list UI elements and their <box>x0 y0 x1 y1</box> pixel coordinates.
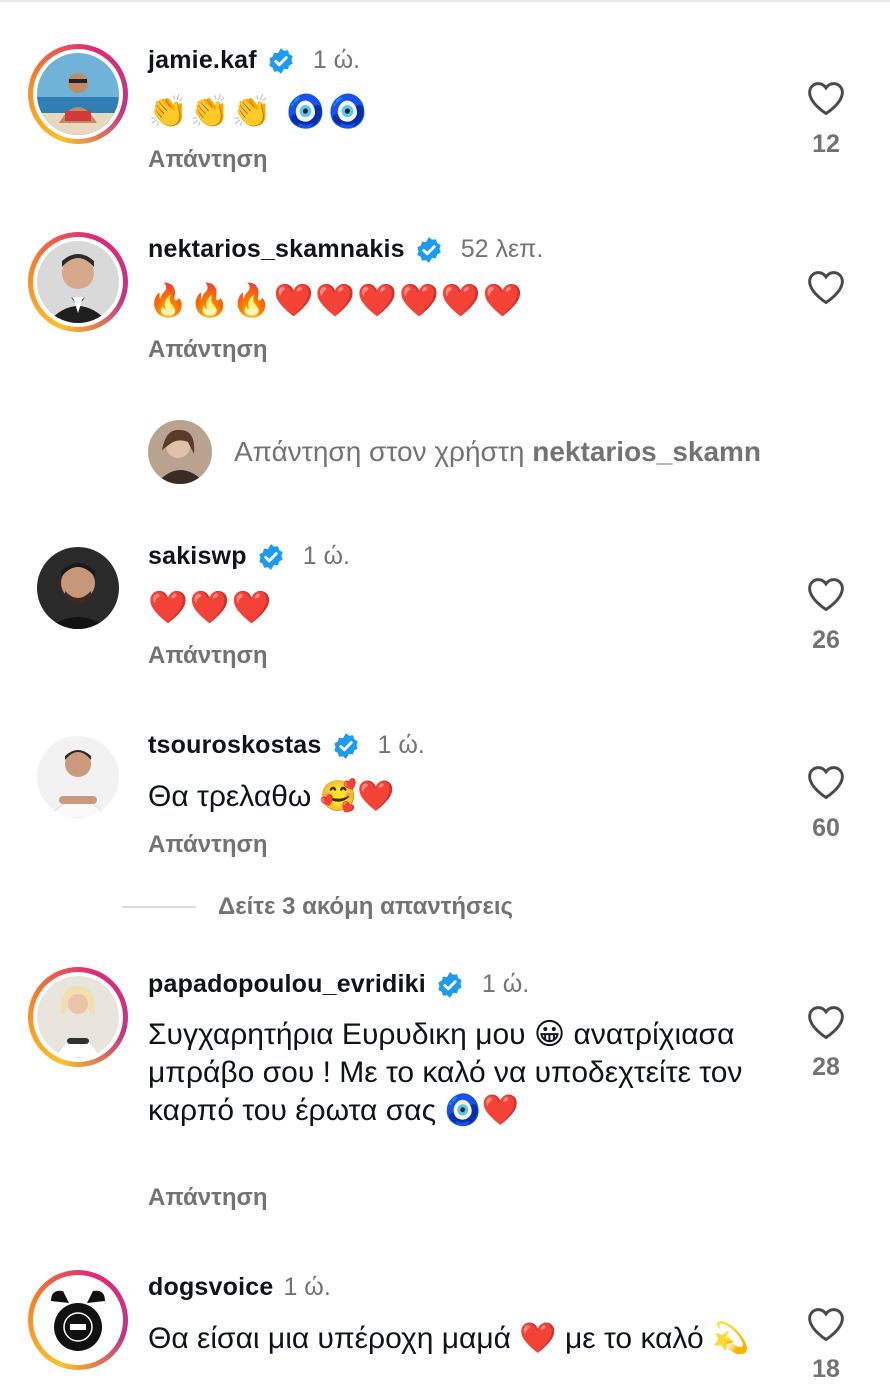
avatar[interactable] <box>28 1270 128 1370</box>
timestamp: 1 ώ. <box>481 970 530 998</box>
reply-prompt-prefix: Απάντηση στον χρήστη <box>234 436 525 467</box>
avatar-photo <box>37 53 119 135</box>
reply-button[interactable]: Απάντηση <box>148 146 268 174</box>
avatar[interactable] <box>28 967 128 1067</box>
heart-icon[interactable] <box>806 1004 846 1040</box>
comment-text: Συγχαρητήρια Ευρυδικη μου 😀 ανατρίχιασα … <box>148 1018 743 1127</box>
timestamp: 1 ώ. <box>302 542 351 570</box>
comment-text: 🔥🔥🔥❤️❤️❤️❤️❤️❤️ <box>148 281 525 319</box>
comment-text: 👏👏👏 🧿🧿 <box>148 92 370 130</box>
reply-button[interactable]: Απάντηση <box>148 336 268 364</box>
comment-text: Θα τρελαθω 🥰❤️ <box>148 780 395 813</box>
verified-badge-icon <box>269 47 293 74</box>
verified-badge-icon <box>259 543 283 570</box>
avatar-photo <box>37 241 119 323</box>
verified-badge-icon <box>417 236 441 263</box>
timestamp: 1 ώ. <box>377 731 425 759</box>
verified-badge-icon <box>438 971 462 998</box>
username[interactable]: dogsvoice <box>148 1273 273 1302</box>
username[interactable]: jamie.kaf <box>148 46 257 75</box>
timestamp: 1 ώ. <box>312 46 361 74</box>
like-count: 60 <box>812 814 840 842</box>
reply-to-user-prompt[interactable]: Απάντηση στον χρήστη nektarios_skamnakis <box>148 420 760 484</box>
like-count: 26 <box>812 626 840 654</box>
divider-line <box>122 906 196 908</box>
current-user-avatar <box>148 420 212 484</box>
avatar[interactable] <box>28 727 128 827</box>
avatar[interactable] <box>28 538 128 638</box>
like-count: 12 <box>812 130 840 158</box>
timestamp: 52 λεπ. <box>460 235 544 263</box>
heart-icon[interactable] <box>806 1306 846 1342</box>
username[interactable]: papadopoulou_evridiki <box>148 970 426 999</box>
username[interactable]: nektarios_skamnakis <box>148 235 405 264</box>
username[interactable]: sakiswp <box>148 542 247 571</box>
timestamp: 1 ώ. <box>283 1273 331 1301</box>
like-count: 28 <box>812 1053 840 1081</box>
comment-text: Θα είσαι μια υπέροχη μαμά ❤️ με το καλό … <box>148 1322 750 1355</box>
view-more-replies[interactable]: Δείτε 3 ακόμη απαντήσεις <box>122 893 513 921</box>
top-divider <box>0 0 890 2</box>
heart-icon[interactable] <box>806 764 846 800</box>
view-more-replies-label[interactable]: Δείτε 3 ακόμη απαντήσεις <box>218 893 513 921</box>
heart-icon[interactable] <box>806 80 846 116</box>
verified-badge-icon <box>333 732 358 759</box>
avatar-photo <box>37 547 119 629</box>
heart-icon[interactable] <box>806 269 846 305</box>
reply-prompt-username: nektarios_skamnakis <box>532 436 760 467</box>
reply-button[interactable]: Απάντηση <box>148 642 268 670</box>
avatar-photo <box>37 976 119 1058</box>
reply-button[interactable]: Απάντηση <box>148 1184 268 1212</box>
avatar[interactable] <box>28 44 128 144</box>
comment-text: ❤️❤️❤️ <box>148 588 274 626</box>
avatar-photo <box>37 736 119 818</box>
like-count: 18 <box>812 1355 840 1383</box>
username[interactable]: tsouroskostas <box>148 731 322 760</box>
reply-button[interactable]: Απάντηση <box>148 831 268 859</box>
dogsvoice-logo <box>37 1279 119 1361</box>
heart-icon[interactable] <box>806 576 846 612</box>
avatar[interactable] <box>28 232 128 332</box>
